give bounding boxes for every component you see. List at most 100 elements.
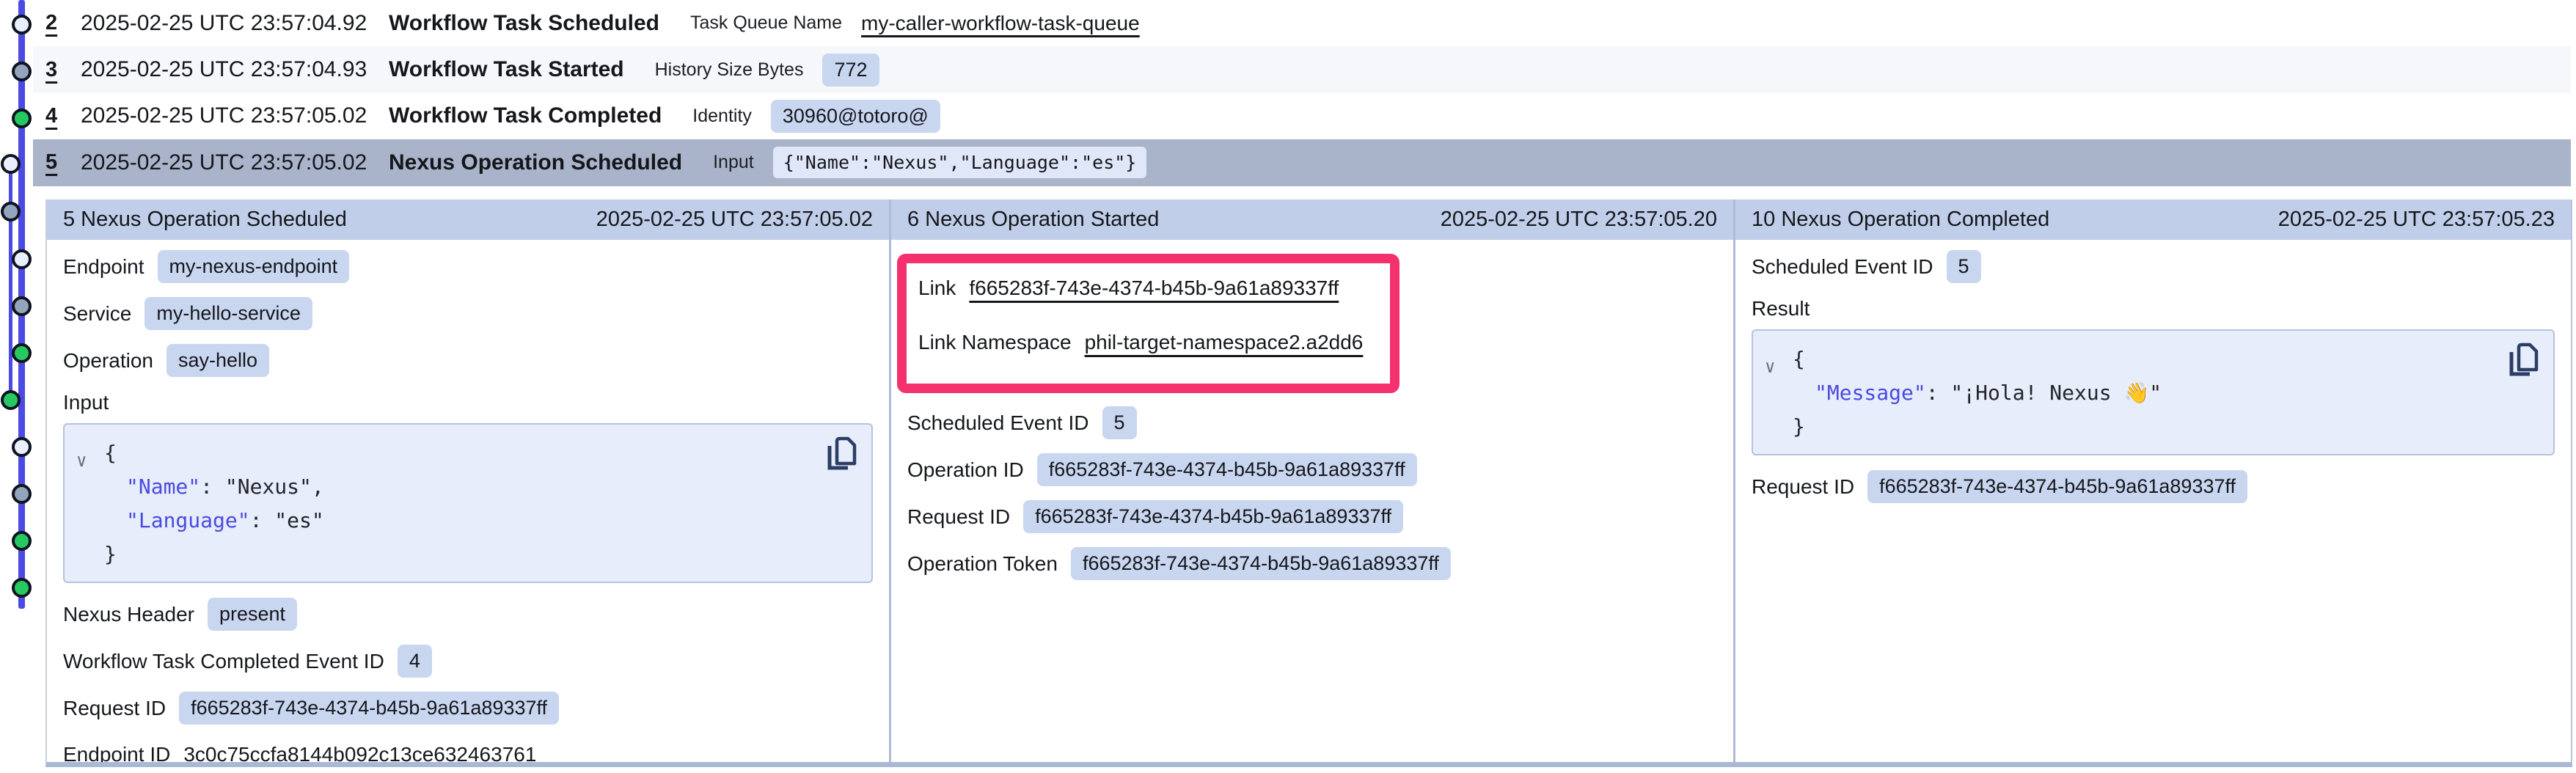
- timeline-dot-gray: [12, 62, 32, 81]
- field-label: Link: [918, 276, 956, 300]
- operation-badge: say-hello: [167, 344, 269, 377]
- field-label: Workflow Task Completed Event ID: [63, 650, 384, 673]
- panel-body: Scheduled Event ID 5 Result ∨ { "Message…: [1735, 240, 2571, 503]
- panel-timestamp: 2025-02-25 UTC 23:57:05.02: [596, 208, 873, 232]
- link-namespace-link[interactable]: phil-target-namespace2.a2dd6: [1085, 331, 1364, 354]
- scheduled-event-id-badge: 5: [1102, 406, 1137, 439]
- timeline-dot-green: [12, 343, 32, 363]
- timeline-dot-green: [12, 531, 32, 551]
- json-brace: }: [104, 542, 117, 566]
- field-label: Operation ID: [907, 458, 1024, 482]
- json-key: "Language": [126, 508, 250, 532]
- endpoint-id-link[interactable]: 3c0c75ccfa8144b092c13ce632463761: [183, 743, 536, 762]
- event-id-link[interactable]: 3: [45, 58, 81, 82]
- event-name: Workflow Task Completed: [389, 103, 662, 128]
- json-key: "Message": [1815, 381, 1926, 405]
- nexus-header-field: Nexus Header present: [63, 598, 873, 631]
- event-row-workflow-task-scheduled[interactable]: 2 2025-02-25 UTC 23:57:04.92 Workflow Ta…: [33, 0, 2571, 46]
- request-id-field: Request ID f665283f-743e-4374-b45b-9a61a…: [63, 692, 873, 725]
- event-name: Nexus Operation Scheduled: [389, 150, 682, 175]
- event-timestamp: 2025-02-25 UTC 23:57:04.92: [81, 11, 389, 36]
- event-attr-label: Input: [713, 152, 754, 173]
- link-namespace-field: Link Namespace phil-target-namespace2.a2…: [918, 326, 1372, 359]
- operation-id-field: Operation ID f665283f-743e-4374-b45b-9a6…: [907, 453, 1717, 486]
- timeline-dot-green-branch: [1, 390, 21, 410]
- event-history-list: 2 2025-02-25 UTC 23:57:04.92 Workflow Ta…: [33, 0, 2571, 186]
- event-attr-label: Identity: [692, 106, 752, 127]
- field-label: Request ID: [1752, 475, 1854, 499]
- event-detail-panels: 5 Nexus Operation Scheduled 2025-02-25 U…: [45, 199, 2572, 767]
- json-value: : "¡Hola! Nexus 👋": [1926, 381, 2162, 405]
- timeline-dot-white-branch: [1, 154, 21, 174]
- field-label: Service: [63, 302, 131, 326]
- panel-body: Link f665283f-743e-4374-b45b-9a61a89337f…: [891, 240, 1733, 580]
- json-value: : "Nexus",: [200, 475, 324, 499]
- request-id-badge: f665283f-743e-4374-b45b-9a61a89337ff: [1023, 500, 1403, 533]
- task-queue-link[interactable]: my-caller-workflow-task-queue: [861, 12, 1140, 35]
- input-json-badge: {"Name":"Nexus","Language":"es"}: [773, 147, 1147, 178]
- panel-title: 10 Nexus Operation Completed: [1752, 208, 2049, 232]
- field-label: Operation: [63, 349, 153, 373]
- link-highlight-box: Link f665283f-743e-4374-b45b-9a61a89337f…: [897, 254, 1399, 393]
- timeline-branch-line: [9, 164, 12, 400]
- json-key: "Name": [126, 475, 200, 499]
- event-name: Workflow Task Started: [389, 57, 624, 82]
- timeline-dot-white: [12, 249, 32, 269]
- field-label: Nexus Header: [63, 603, 194, 626]
- timeline-dot-gray-branch: [1, 202, 21, 221]
- workflow-history-view: 2 2025-02-25 UTC 23:57:04.92 Workflow Ta…: [0, 0, 2576, 773]
- wftc-event-id-badge: 4: [398, 645, 432, 678]
- panel-title: 5 Nexus Operation Scheduled: [63, 208, 347, 232]
- timeline-dot-green: [12, 109, 32, 128]
- json-value: : "es": [250, 508, 324, 532]
- event-id-link[interactable]: 4: [45, 104, 81, 128]
- service-field: Service my-hello-service: [63, 297, 873, 330]
- panel-timestamp: 2025-02-25 UTC 23:57:05.23: [2278, 208, 2555, 232]
- link-field: Link f665283f-743e-4374-b45b-9a61a89337f…: [918, 272, 1372, 304]
- collapse-chevron-icon[interactable]: ∨: [1765, 350, 1775, 384]
- input-json-viewer: ∨ { "Name": "Nexus", "Language": "es" }: [63, 423, 873, 583]
- identity-badge: 30960@totoro@: [771, 100, 940, 133]
- json-brace: {: [1793, 347, 1805, 371]
- endpoint-id-field: Endpoint ID 3c0c75ccfa8144b092c13ce63246…: [63, 739, 873, 762]
- panel-header: 10 Nexus Operation Completed 2025-02-25 …: [1735, 199, 2571, 240]
- field-label: Operation Token: [907, 552, 1058, 576]
- collapse-chevron-icon[interactable]: ∨: [76, 444, 87, 477]
- field-label: Request ID: [63, 697, 166, 720]
- copy-icon[interactable]: [2505, 341, 2539, 378]
- field-label: Link Namespace: [918, 331, 1072, 354]
- event-timestamp: 2025-02-25 UTC 23:57:05.02: [81, 103, 389, 128]
- request-id-field: Request ID f665283f-743e-4374-b45b-9a61a…: [907, 500, 1717, 533]
- event-attr-label: History Size Bytes: [655, 59, 804, 81]
- field-label: Request ID: [907, 505, 1010, 529]
- copy-icon[interactable]: [823, 435, 857, 472]
- service-badge: my-hello-service: [144, 297, 312, 330]
- panel-timestamp: 2025-02-25 UTC 23:57:05.20: [1441, 208, 1717, 232]
- event-id-link[interactable]: 5: [45, 150, 81, 175]
- field-label: Scheduled Event ID: [1752, 255, 1933, 279]
- event-row-nexus-operation-scheduled[interactable]: 5 2025-02-25 UTC 23:57:05.02 Nexus Opera…: [33, 139, 2571, 186]
- timeline-dot-gray: [12, 296, 32, 316]
- event-row-workflow-task-completed[interactable]: 4 2025-02-25 UTC 23:57:05.02 Workflow Ta…: [33, 93, 2571, 139]
- nexus-header-badge: present: [208, 598, 297, 631]
- panel-header: 6 Nexus Operation Started 2025-02-25 UTC…: [891, 199, 1733, 240]
- endpoint-badge: my-nexus-endpoint: [158, 250, 350, 283]
- event-row-workflow-task-started[interactable]: 3 2025-02-25 UTC 23:57:04.93 Workflow Ta…: [33, 46, 2571, 92]
- event-attr-label: Task Queue Name: [690, 12, 842, 34]
- endpoint-field: Endpoint my-nexus-endpoint: [63, 250, 873, 283]
- scheduled-event-id-field: Scheduled Event ID 5: [1752, 250, 2555, 283]
- event-id-link[interactable]: 2: [45, 11, 81, 35]
- timeline-dot-green: [12, 578, 32, 598]
- timeline-dot-white: [12, 437, 32, 457]
- result-section-label: Result: [1752, 297, 2555, 320]
- event-timestamp: 2025-02-25 UTC 23:57:05.02: [81, 150, 389, 175]
- event-name: Workflow Task Scheduled: [389, 11, 659, 36]
- input-section-label: Input: [63, 391, 873, 414]
- link-value-link[interactable]: f665283f-743e-4374-b45b-9a61a89337ff: [969, 276, 1339, 300]
- request-id-field: Request ID f665283f-743e-4374-b45b-9a61a…: [1752, 470, 2555, 503]
- json-brace: {: [104, 441, 117, 465]
- panel-nexus-operation-completed: 10 Nexus Operation Completed 2025-02-25 …: [1733, 199, 2571, 762]
- wftc-event-id-field: Workflow Task Completed Event ID 4: [63, 645, 873, 678]
- field-label: Endpoint ID: [63, 743, 170, 762]
- panel-title: 6 Nexus Operation Started: [907, 208, 1159, 232]
